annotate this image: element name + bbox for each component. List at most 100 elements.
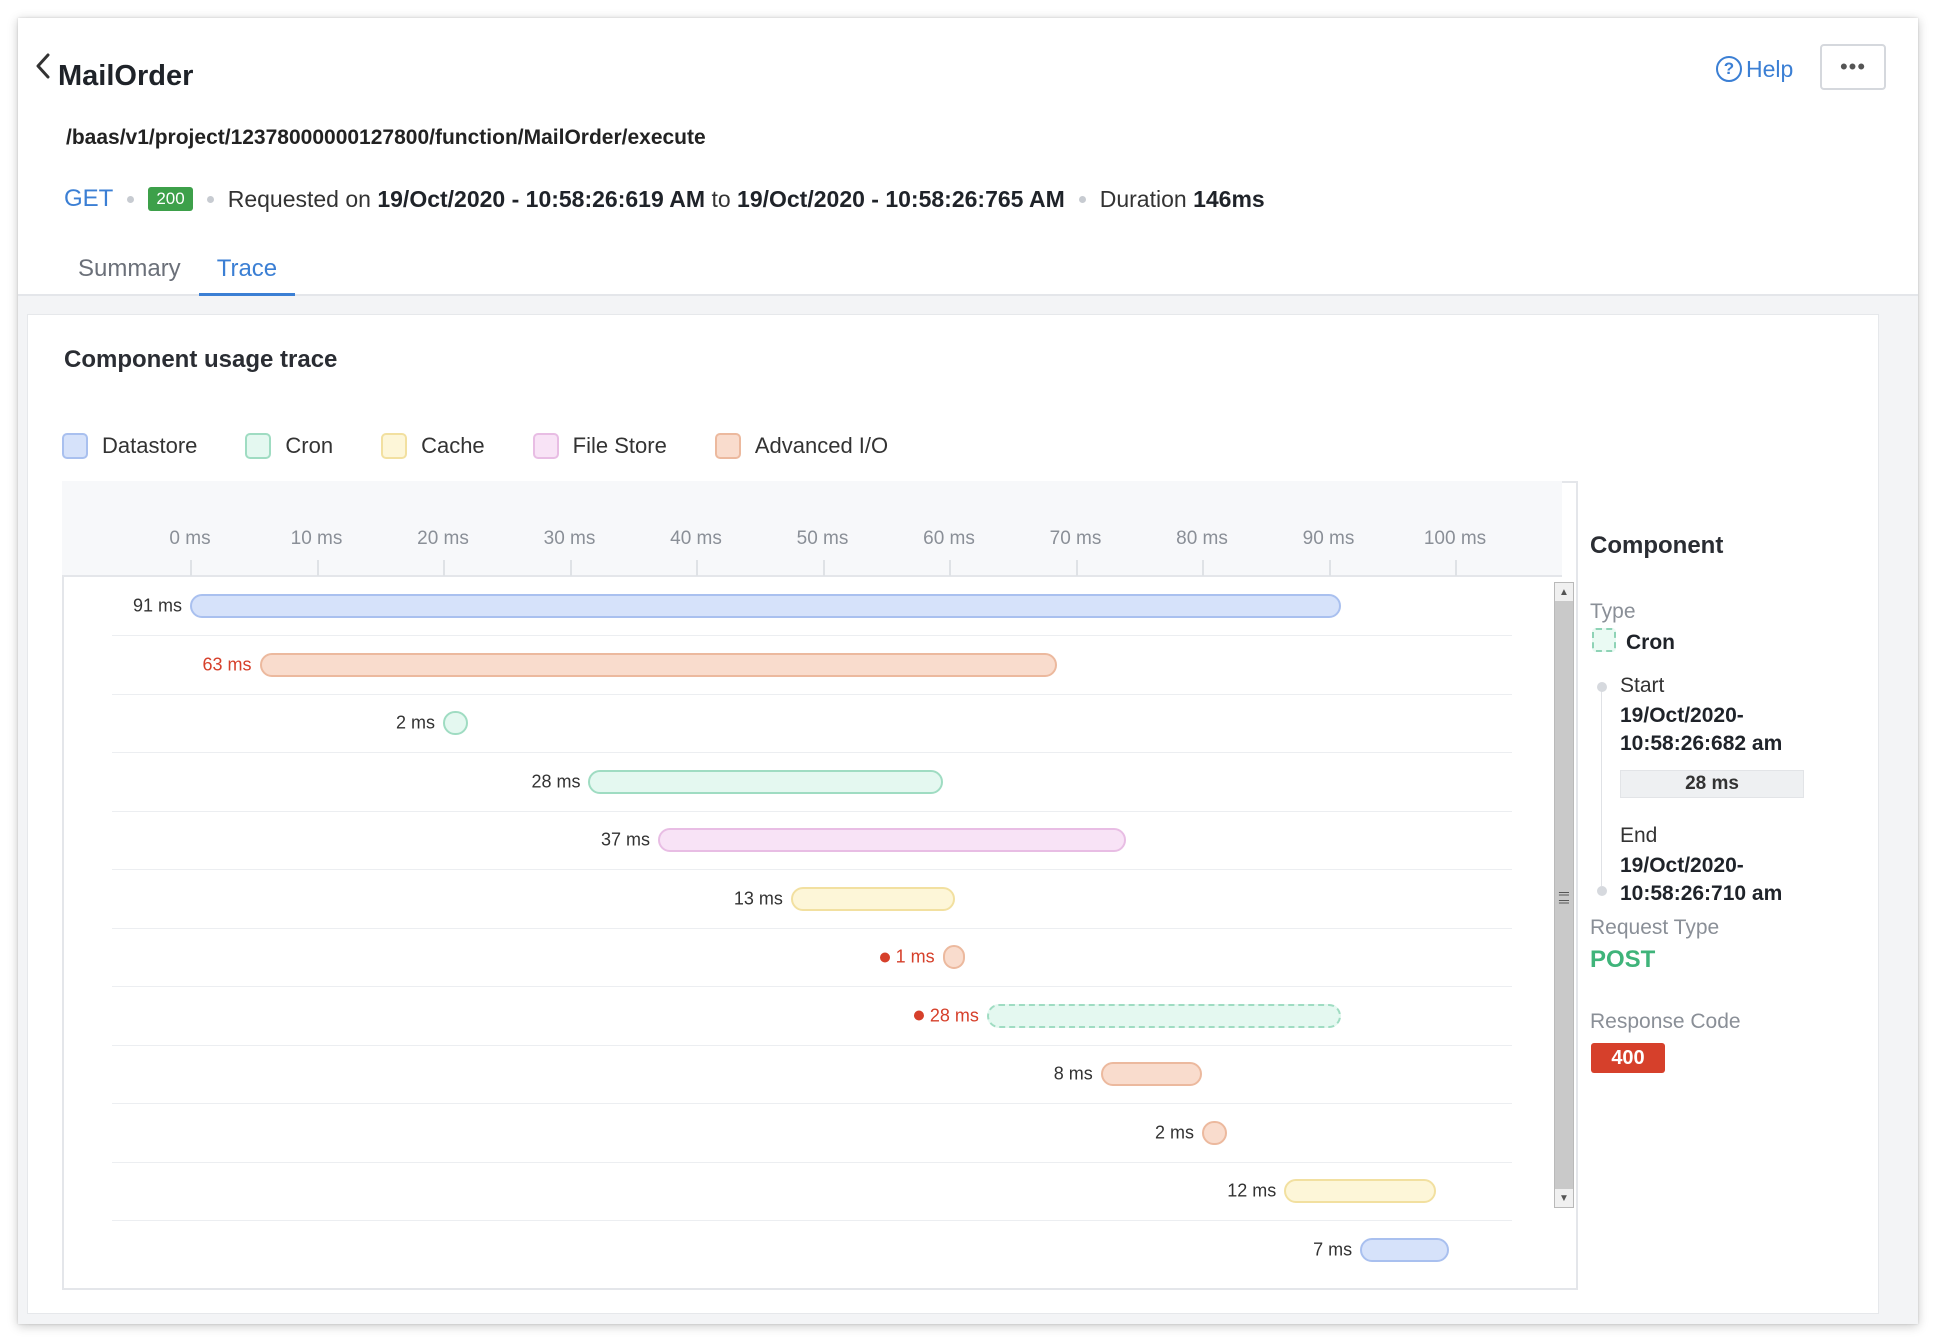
request-type-value: POST — [1590, 946, 1656, 973]
legend-label: Datastore — [102, 433, 198, 458]
legend-swatch — [62, 433, 88, 459]
row-divider — [112, 635, 1512, 636]
error-dot-icon — [913, 1010, 924, 1021]
back-arrow-icon[interactable] — [30, 48, 56, 84]
request-url: /baas/v1/project/12378000000127800/funct… — [66, 126, 706, 149]
tick-label: 20 ms — [417, 528, 469, 549]
trace-bar-label: 7 ms — [1313, 1239, 1352, 1260]
legend-swatch — [532, 433, 559, 459]
trace-bar-duration: 13 ms — [733, 888, 783, 908]
component-title: Component — [1590, 532, 1724, 559]
row-divider — [112, 869, 1512, 870]
tab-bar: Summary Trace — [60, 254, 296, 296]
legend-label: Cron — [285, 433, 334, 458]
trace-bar-advancedio[interactable] — [1202, 1120, 1228, 1145]
status-badge: 200 — [148, 187, 193, 211]
legend: Datastore Cron Cache File Store Advanced I/O — [62, 430, 936, 462]
trace-bar-label: 63 ms — [203, 654, 252, 675]
legend-swatch — [381, 433, 408, 459]
trace-bar-label: 13 ms — [734, 888, 783, 909]
tick-mark — [190, 560, 192, 576]
tab-trace[interactable]: Trace — [198, 254, 296, 296]
response-code-label: Response Code — [1590, 1010, 1741, 1033]
legend-label: Cache — [421, 433, 485, 458]
more-options-button[interactable]: ••• — [1820, 44, 1886, 90]
row-divider — [112, 752, 1512, 753]
trace-bar-cache[interactable] — [1284, 1179, 1437, 1203]
tick-label: 100 ms — [1423, 528, 1487, 549]
scroll-down-icon[interactable]: ▼ — [1555, 1189, 1573, 1207]
cron-swatch — [1592, 628, 1616, 652]
trace-bar-advancedio[interactable] — [259, 652, 1057, 677]
tick-mark — [822, 560, 825, 576]
trace-bar-cron[interactable] — [443, 711, 469, 735]
row-divider — [112, 1044, 1512, 1046]
trace-bar-duration: 12 ms — [1227, 1180, 1277, 1201]
tick-label: 40 ms — [670, 528, 722, 549]
legend-label: Advanced I/O — [754, 433, 889, 458]
row-divider — [112, 1103, 1512, 1104]
tick-label: 80 ms — [1176, 528, 1228, 549]
tick-label: 60 ms — [923, 528, 975, 549]
tick-label: 0 ms — [169, 528, 211, 549]
trace-bar-advancedio[interactable] — [1100, 1062, 1202, 1086]
trace-bar-label: 1 ms — [879, 946, 935, 968]
separator-dot — [1078, 195, 1086, 203]
trace-bar-cron[interactable] — [588, 769, 943, 794]
duration-value: 146ms — [1193, 185, 1265, 212]
legend-item-cache[interactable]: Cache — [381, 433, 485, 459]
legend-item-cron[interactable]: Cron — [245, 433, 333, 459]
legend-item-datastore[interactable]: Datastore — [62, 433, 197, 459]
legend-swatch — [245, 433, 272, 459]
help-label: Help — [1746, 55, 1794, 82]
timeline-line — [1601, 686, 1602, 886]
row-divider — [112, 1161, 1512, 1163]
trace-bar-filestore[interactable] — [658, 828, 1127, 852]
tick-mark — [1075, 560, 1078, 576]
trace-bar-duration: 1 ms — [895, 946, 935, 967]
legend-item-advancedio[interactable]: Advanced I/O — [714, 433, 889, 459]
tick-mark — [1455, 560, 1457, 576]
tick-label: 70 ms — [1049, 528, 1102, 549]
end-value: 19/Oct/2020- 10:58:26:710 am — [1620, 854, 1783, 905]
trace-bar-label: 91 ms — [133, 596, 182, 617]
trace-bar-duration: 63 ms — [202, 654, 252, 674]
end-dot — [1597, 886, 1607, 896]
row-divider — [112, 986, 1512, 987]
start-value: 19/Oct/2020- 10:58:26:682 am — [1620, 704, 1783, 755]
trace-bar-label: 12 ms — [1227, 1181, 1276, 1202]
type-label: Type — [1590, 600, 1636, 623]
chart-scrollbar[interactable]: ▲ ═ ═ ▼ — [1554, 582, 1574, 1208]
tick-label: 10 ms — [290, 528, 343, 549]
legend-label: File Store — [572, 433, 667, 458]
request-meta: GET 200 Requested on 19/Oct/2020 - 10:58… — [64, 182, 1265, 216]
row-divider — [112, 927, 1512, 929]
header: MailOrder ? Help ••• /baas/v1/project/12… — [18, 18, 1918, 296]
trace-bar-cron[interactable] — [986, 1003, 1342, 1028]
trace-bar-label: 28 ms — [531, 771, 580, 792]
request-start-time: 19/Oct/2020 - 10:58:26:619 AM — [377, 185, 706, 212]
trace-bar-cache[interactable] — [790, 886, 956, 911]
duration-label: Duration — [1099, 185, 1187, 212]
row-divider — [112, 810, 1512, 812]
trace-bar-datastore[interactable] — [190, 594, 1342, 618]
http-method: GET — [64, 185, 114, 212]
tick-label: 50 ms — [796, 528, 849, 549]
tick-mark — [949, 560, 951, 576]
function-title: MailOrder — [58, 60, 194, 92]
trace-bar-duration: 91 ms — [132, 595, 182, 616]
scroll-up-icon[interactable]: ▲ — [1555, 583, 1573, 601]
help-link[interactable]: ? Help — [1716, 52, 1793, 86]
trace-bar-advancedio[interactable] — [942, 945, 965, 969]
legend-swatch — [714, 433, 741, 459]
trace-bar-duration: 8 ms — [1053, 1063, 1093, 1084]
tick-mark — [443, 560, 445, 576]
trace-bar-datastore[interactable] — [1360, 1237, 1449, 1262]
trace-bar-label: 2 ms — [396, 713, 435, 734]
scroll-grip-icon[interactable]: ═ ═ — [1557, 886, 1571, 908]
tab-summary[interactable]: Summary — [60, 254, 199, 296]
trace-bar-label: 2 ms — [1155, 1122, 1194, 1143]
error-dot-icon — [879, 952, 890, 962]
legend-item-filestore[interactable]: File Store — [532, 433, 667, 459]
separator-dot — [127, 195, 135, 203]
